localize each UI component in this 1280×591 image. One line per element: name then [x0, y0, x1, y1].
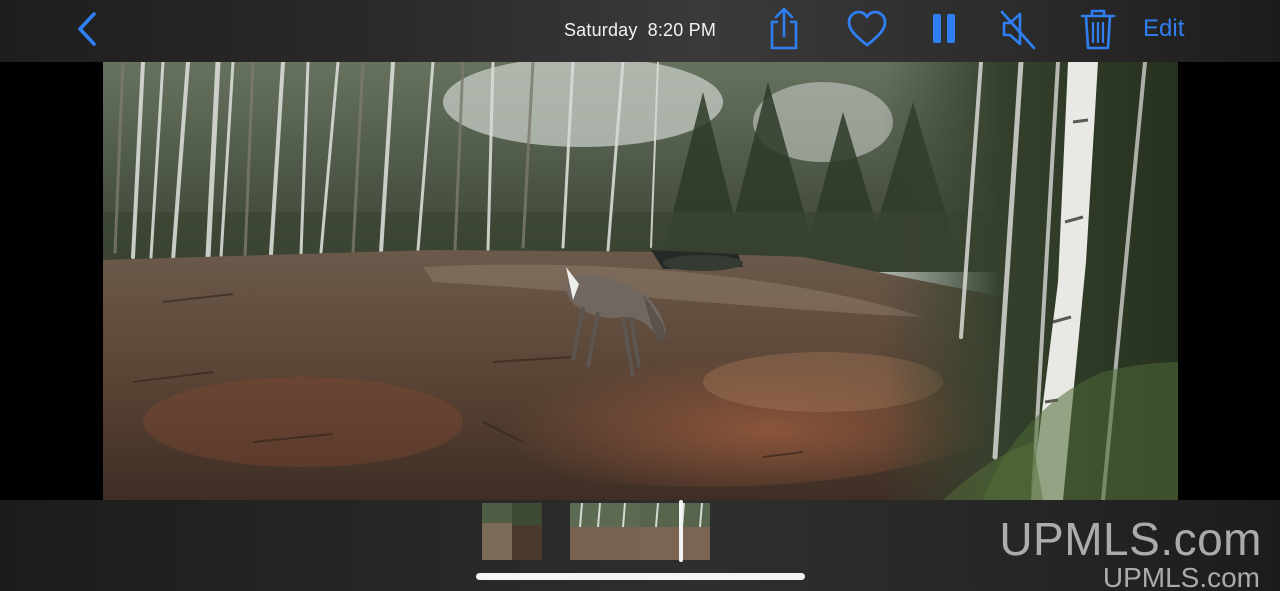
scrubber-thumbnail	[570, 503, 640, 560]
watermark: UPMLS.com UPMLS.com	[999, 516, 1262, 591]
trash-icon	[1080, 9, 1116, 50]
share-button[interactable]	[764, 6, 804, 52]
photos-video-viewer: Saturday 8:20 PM Edit UPMLS.com UPMLS.co…	[0, 0, 1280, 591]
delete-button[interactable]	[1078, 6, 1118, 52]
scrubber-playhead[interactable]	[678, 500, 683, 562]
edit-button[interactable]: Edit	[1143, 15, 1184, 43]
date-time-title: Saturday 8:20 PM	[540, 20, 740, 41]
pause-icon	[933, 14, 955, 43]
watermark-line-1: UPMLS.com	[999, 513, 1262, 565]
date-day: Saturday	[563, 20, 638, 40]
home-indicator[interactable]	[476, 573, 805, 580]
video-frame-image	[103, 62, 1178, 500]
heart-icon	[847, 10, 887, 47]
back-button[interactable]	[70, 10, 106, 50]
date-time: 8:20 PM	[647, 20, 717, 40]
scrubber-thumbnail	[640, 503, 710, 560]
bottom-bar: UPMLS.com UPMLS.com	[0, 500, 1280, 591]
top-toolbar: Saturday 8:20 PM Edit	[0, 0, 1280, 62]
pause-button[interactable]	[926, 6, 966, 52]
share-icon	[770, 7, 798, 50]
favorite-button[interactable]	[846, 6, 888, 52]
video-scrubber-timeline[interactable]	[570, 503, 710, 560]
watermark-line-2: UPMLS.com	[1102, 562, 1260, 591]
scrubber-thumbnail	[482, 503, 512, 560]
speaker-muted-icon	[1000, 10, 1036, 50]
scrubber-thumbnail	[512, 503, 542, 560]
video-player[interactable]	[103, 62, 1178, 500]
mute-button[interactable]	[998, 6, 1038, 52]
video-scrubber-segment[interactable]	[482, 503, 542, 560]
chevron-left-icon	[78, 12, 96, 46]
